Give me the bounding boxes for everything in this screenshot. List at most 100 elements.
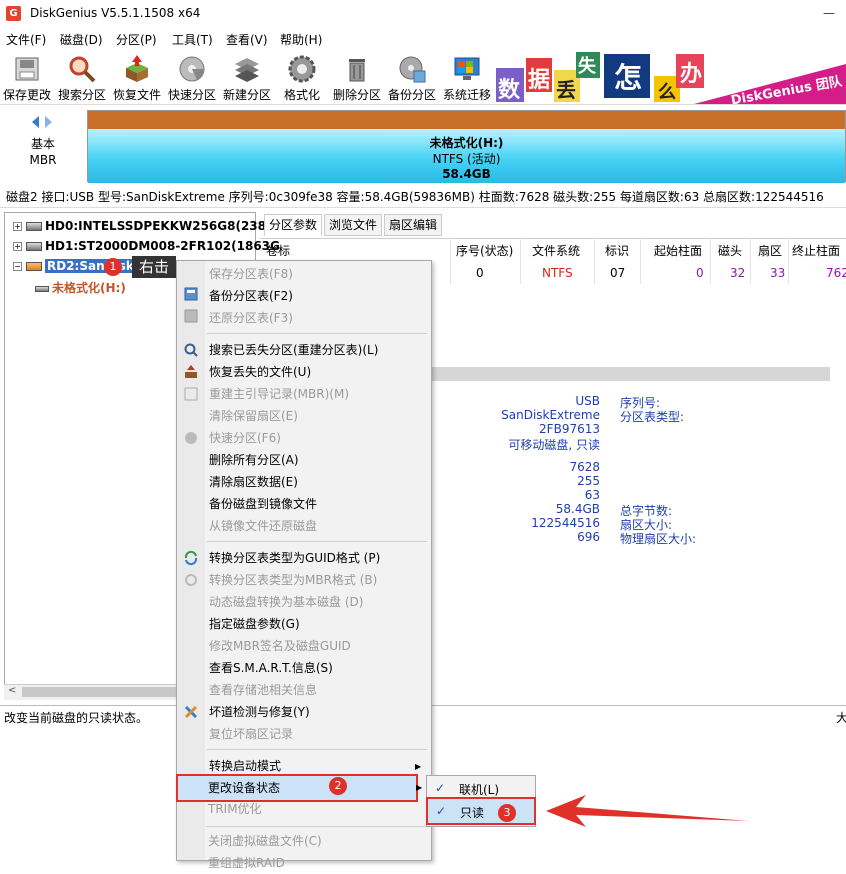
menu-view[interactable]: 查看(V) bbox=[226, 31, 268, 48]
search-partition-button[interactable]: 搜索分区 bbox=[55, 52, 109, 102]
menu-reassemble-raid[interactable]: 重组虚拟RAID bbox=[208, 852, 285, 874]
submenu-arrow-icon: ▶ bbox=[416, 783, 423, 792]
partition-name: 未格式化(H:) bbox=[429, 136, 504, 150]
scroll-thumb[interactable] bbox=[22, 687, 182, 697]
quick-partition-button[interactable]: 快速分区 bbox=[165, 52, 219, 102]
menu-restore-disk-image[interactable]: 从镜像文件还原磁盘 bbox=[209, 515, 317, 537]
check-icon: ✓ bbox=[436, 804, 447, 818]
tree-item-hd0[interactable]: + HD0:INTELSSDPEKKW256G8(238G bbox=[13, 219, 276, 239]
hard-disk-icon bbox=[26, 222, 42, 231]
column-separator bbox=[450, 238, 451, 284]
menu-recover-lost-files[interactable]: 恢复丢失的文件(U) bbox=[209, 361, 311, 383]
convert-icon bbox=[184, 550, 198, 566]
toolbar: 保存更改 搜索分区 恢复文件 快速分区 新建分区 格式化 删除分区 备份分区 系… bbox=[0, 50, 496, 104]
scroll-left-icon[interactable]: < bbox=[8, 685, 16, 696]
new-partition-button[interactable]: 新建分区 bbox=[220, 52, 274, 102]
col-header-label[interactable]: 卷标 bbox=[266, 242, 290, 259]
delete-partition-button[interactable]: 删除分区 bbox=[330, 52, 384, 102]
disk-nav-arrows[interactable] bbox=[30, 115, 56, 132]
column-separator bbox=[750, 238, 751, 284]
menu-dynamic-to-basic[interactable]: 动态磁盘转换为基本磁盘 (D) bbox=[209, 591, 363, 613]
menu-convert-to-mbr[interactable]: 转换分区表类型为MBR格式 (B) bbox=[209, 569, 377, 591]
menu-separator bbox=[207, 749, 427, 750]
convert-mbr-icon bbox=[185, 574, 197, 586]
menu-backup-partition-table[interactable]: 备份分区表(F2) bbox=[209, 285, 293, 307]
menu-convert-to-guid[interactable]: 转换分区表类型为GUID格式 (P) bbox=[209, 547, 380, 569]
step-badge-1: 1 bbox=[104, 258, 122, 276]
menu-rebuild-mbr[interactable]: 重建主引导记录(MBR)(M) bbox=[209, 383, 349, 405]
col-header-seq[interactable]: 序号(状态) bbox=[456, 242, 513, 259]
menu-partition[interactable]: 分区(P) bbox=[116, 31, 157, 48]
rebuild-mbr-icon bbox=[184, 387, 198, 401]
col-header-end-cyl[interactable]: 终止柱面 bbox=[792, 242, 840, 259]
menu-search-lost-partitions[interactable]: 搜索已丢失分区(重建分区表)(L) bbox=[209, 339, 378, 361]
system-migration-button[interactable]: 系统迁移 bbox=[440, 52, 494, 102]
menu-tools[interactable]: 工具(T) bbox=[172, 31, 213, 48]
repair-tools-icon bbox=[184, 705, 198, 719]
tree-item-partition[interactable]: 未格式化(H:) bbox=[35, 279, 126, 299]
banner-char: 丢 bbox=[556, 78, 576, 102]
submenu-readonly[interactable]: ✓ 只读 bbox=[426, 797, 536, 825]
tab-browse-files[interactable]: 浏览文件 bbox=[324, 214, 383, 236]
removable-disk-icon bbox=[26, 262, 42, 271]
partition-style-label: MBR bbox=[29, 153, 57, 167]
info-extra: 696 bbox=[577, 530, 600, 544]
magnifier-icon bbox=[69, 56, 96, 83]
cell-seq: 0 bbox=[476, 266, 484, 280]
menu-bad-sector-repair[interactable]: 坏道检测与修复(Y) bbox=[209, 701, 310, 723]
info-model: SanDiskExtreme bbox=[501, 408, 600, 422]
menu-modify-mbr-signature[interactable]: 修改MBR签名及磁盘GUID bbox=[209, 635, 351, 657]
info-serial: 2FB97613 bbox=[539, 422, 600, 436]
menu-backup-disk-image[interactable]: 备份磁盘到镜像文件 bbox=[209, 493, 317, 515]
menu-quick-partition[interactable]: 快速分区(F6) bbox=[209, 427, 281, 449]
expand-icon[interactable]: + bbox=[13, 242, 22, 251]
menu-delete-all-partitions[interactable]: 删除所有分区(A) bbox=[209, 449, 299, 471]
minimize-button[interactable]: — bbox=[812, 0, 846, 28]
tab-partition-params[interactable]: 分区参数 bbox=[264, 214, 323, 236]
menu-file[interactable]: 文件(F) bbox=[6, 31, 46, 48]
menu-clear-sector-data[interactable]: 清除扇区数据(E) bbox=[209, 471, 298, 493]
menu-disk[interactable]: 磁盘(D) bbox=[60, 31, 103, 48]
partition-block[interactable]: 未格式化(H:) NTFS (活动) 58.4GB bbox=[87, 110, 846, 183]
menu-close-virtual-disk[interactable]: 关闭虚拟磁盘文件(C) bbox=[208, 830, 322, 852]
tab-sector-edit[interactable]: 扇区编辑 bbox=[384, 214, 443, 236]
search-icon bbox=[184, 343, 198, 357]
partition-size: 58.4GB bbox=[442, 167, 491, 181]
col-header-sector[interactable]: 扇区 bbox=[758, 242, 782, 259]
check-icon: ✓ bbox=[435, 781, 446, 795]
disk-kind-label: 基本 bbox=[30, 137, 55, 151]
save-changes-button[interactable]: 保存更改 bbox=[0, 52, 54, 102]
collapse-icon[interactable]: − bbox=[13, 262, 22, 271]
pane-splitter[interactable] bbox=[430, 367, 830, 381]
menu-separator bbox=[206, 826, 426, 827]
col-header-fs[interactable]: 文件系统 bbox=[532, 242, 580, 259]
menu-set-disk-params[interactable]: 指定磁盘参数(G) bbox=[209, 613, 300, 635]
menu-trim-optimize[interactable]: TRIM优化 bbox=[208, 798, 262, 820]
menu-help[interactable]: 帮助(H) bbox=[280, 31, 322, 48]
backup-partition-button[interactable]: 备份分区 bbox=[385, 52, 439, 102]
menu-separator bbox=[207, 541, 427, 542]
col-header-start-cyl[interactable]: 起始柱面 bbox=[654, 242, 702, 259]
col-header-head[interactable]: 磁头 bbox=[718, 242, 742, 259]
expand-icon[interactable]: + bbox=[13, 222, 22, 231]
menu-view-storage-pool[interactable]: 查看存储池相关信息 bbox=[209, 679, 317, 701]
restore-table-icon bbox=[184, 309, 198, 323]
hard-disk-icon bbox=[26, 242, 42, 251]
window-title: DiskGenius V5.5.1.1508 x64 bbox=[30, 6, 201, 20]
menu-restore-partition-table[interactable]: 还原分区表(F3) bbox=[209, 307, 293, 329]
col-header-id[interactable]: 标识 bbox=[605, 242, 629, 259]
menu-view-smart[interactable]: 查看S.M.A.R.T.信息(S) bbox=[209, 657, 333, 679]
nav-arrows-icon bbox=[32, 116, 52, 128]
partition-fs: NTFS (活动) bbox=[432, 152, 501, 166]
menu-save-partition-table[interactable]: 保存分区表(F8) bbox=[209, 263, 293, 285]
partition-block-body: 未格式化(H:) NTFS (活动) 58.4GB bbox=[88, 129, 845, 183]
format-button[interactable]: 格式化 bbox=[275, 52, 329, 102]
submenu-readonly-label: 只读 bbox=[460, 806, 485, 820]
promo-banner[interactable]: 数 据 丢 失 怎 么 办 DiskGenius 团队 bbox=[494, 50, 846, 104]
submenu-online[interactable]: 联机(L) bbox=[459, 781, 499, 798]
column-separator bbox=[710, 238, 711, 284]
recover-files-button[interactable]: 恢复文件 bbox=[110, 52, 164, 102]
app-icon: G bbox=[6, 6, 21, 21]
menu-clear-reserved-sectors[interactable]: 清除保留扇区(E) bbox=[209, 405, 298, 427]
menu-reset-bad-sectors[interactable]: 复位坏扇区记录 bbox=[209, 723, 293, 745]
